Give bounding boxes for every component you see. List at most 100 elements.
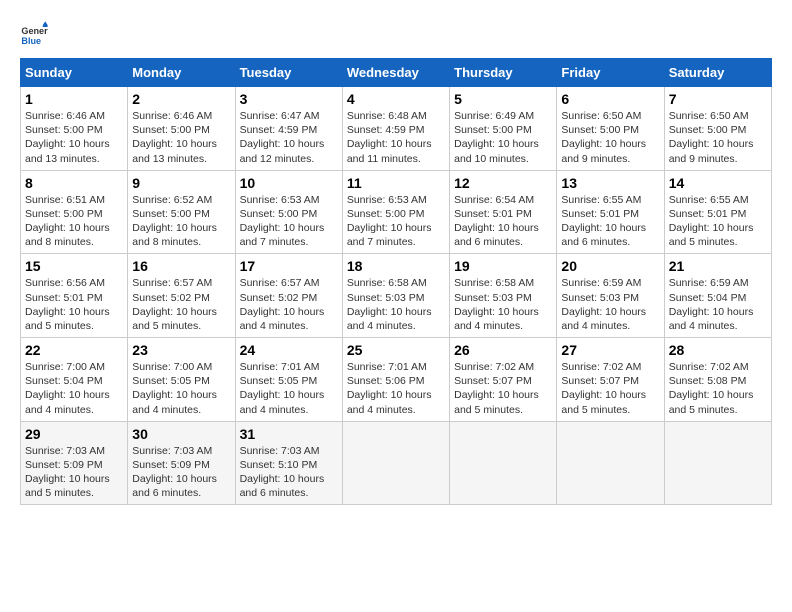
day-number: 31 <box>240 426 338 442</box>
day-number: 17 <box>240 258 338 274</box>
calendar-cell: 27Sunrise: 7:02 AM Sunset: 5:07 PM Dayli… <box>557 338 664 422</box>
weekday-header-thursday: Thursday <box>450 59 557 87</box>
calendar-cell: 25 Sunrise: 7:01 AM Sunset: 5:06 PM Dayli… <box>342 338 449 422</box>
day-detail: Sunrise: 6:56 AM Sunset: 5:01 PM Dayligh… <box>25 276 123 333</box>
logo-icon: General Blue <box>20 20 48 48</box>
calendar-cell: 14Sunrise: 6:55 AM Sunset: 5:01 PM Dayli… <box>664 170 771 254</box>
calendar-cell: 16Sunrise: 6:57 AM Sunset: 5:02 PM Dayli… <box>128 254 235 338</box>
day-number: 6 <box>561 91 659 107</box>
calendar-cell: 7 Sunrise: 6:50 AM Sunset: 5:00 PM Daylig… <box>664 87 771 171</box>
calendar-cell: 21 Sunrise: 6:59 AM Sunset: 5:04 PM Dayli… <box>664 254 771 338</box>
calendar-cell: 6 Sunrise: 6:50 AM Sunset: 5:00 PM Daylig… <box>557 87 664 171</box>
day-number: 22 <box>25 342 123 358</box>
day-number: 5 <box>454 91 552 107</box>
day-number: 8 <box>25 175 123 191</box>
day-number: 21 <box>669 258 767 274</box>
day-number: 7 <box>669 91 767 107</box>
day-number: 3 <box>240 91 338 107</box>
day-detail: Sunrise: 6:46 AM Sunset: 5:00 PM Dayligh… <box>25 109 123 166</box>
day-number: 4 <box>347 91 445 107</box>
day-number: 14 <box>669 175 767 191</box>
calendar-cell: 1 Sunrise: 6:46 AM Sunset: 5:00 PM Daylig… <box>21 87 128 171</box>
calendar-week-5: 29Sunrise: 7:03 AM Sunset: 5:09 PM Dayli… <box>21 421 772 505</box>
day-detail: Sunrise: 6:54 AM Sunset: 5:01 PM Dayligh… <box>454 193 552 250</box>
calendar-cell: 24Sunrise: 7:01 AM Sunset: 5:05 PM Dayli… <box>235 338 342 422</box>
calendar-cell <box>664 421 771 505</box>
day-detail: Sunrise: 6:49 AM Sunset: 5:00 PM Dayligh… <box>454 109 552 166</box>
calendar-cell: 2Sunrise: 6:46 AM Sunset: 5:00 PM Daylig… <box>128 87 235 171</box>
weekday-header-wednesday: Wednesday <box>342 59 449 87</box>
day-detail: Sunrise: 6:57 AM Sunset: 5:02 PM Dayligh… <box>240 276 338 333</box>
calendar-cell: 29Sunrise: 7:03 AM Sunset: 5:09 PM Dayli… <box>21 421 128 505</box>
day-detail: Sunrise: 7:00 AM Sunset: 5:04 PM Dayligh… <box>25 360 123 417</box>
day-number: 28 <box>669 342 767 358</box>
calendar-cell: 5 Sunrise: 6:49 AM Sunset: 5:00 PM Daylig… <box>450 87 557 171</box>
day-number: 1 <box>25 91 123 107</box>
calendar-cell: 8Sunrise: 6:51 AM Sunset: 5:00 PM Daylig… <box>21 170 128 254</box>
day-number: 20 <box>561 258 659 274</box>
day-detail: Sunrise: 6:53 AM Sunset: 5:00 PM Dayligh… <box>240 193 338 250</box>
calendar-week-4: 22 Sunrise: 7:00 AM Sunset: 5:04 PM Dayli… <box>21 338 772 422</box>
calendar-cell: 12 Sunrise: 6:54 AM Sunset: 5:01 PM Dayli… <box>450 170 557 254</box>
day-detail: Sunrise: 7:02 AM Sunset: 5:07 PM Dayligh… <box>561 360 659 417</box>
calendar-cell: 31 Sunrise: 7:03 AM Sunset: 5:10 PM Dayli… <box>235 421 342 505</box>
calendar-cell <box>342 421 449 505</box>
day-detail: Sunrise: 6:50 AM Sunset: 5:00 PM Dayligh… <box>669 109 767 166</box>
header: General Blue <box>20 20 772 48</box>
day-detail: Sunrise: 7:01 AM Sunset: 5:06 PM Dayligh… <box>347 360 445 417</box>
day-detail: Sunrise: 7:01 AM Sunset: 5:05 PM Dayligh… <box>240 360 338 417</box>
calendar-cell: 11 Sunrise: 6:53 AM Sunset: 5:00 PM Dayli… <box>342 170 449 254</box>
calendar-cell: 18 Sunrise: 6:58 AM Sunset: 5:03 PM Dayli… <box>342 254 449 338</box>
day-detail: Sunrise: 7:02 AM Sunset: 5:07 PM Dayligh… <box>454 360 552 417</box>
day-number: 19 <box>454 258 552 274</box>
day-detail: Sunrise: 7:00 AM Sunset: 5:05 PM Dayligh… <box>132 360 230 417</box>
day-number: 25 <box>347 342 445 358</box>
day-detail: Sunrise: 6:53 AM Sunset: 5:00 PM Dayligh… <box>347 193 445 250</box>
day-number: 13 <box>561 175 659 191</box>
svg-text:General: General <box>21 26 48 36</box>
calendar-cell: 17 Sunrise: 6:57 AM Sunset: 5:02 PM Dayli… <box>235 254 342 338</box>
day-detail: Sunrise: 6:57 AM Sunset: 5:02 PM Dayligh… <box>132 276 230 333</box>
weekday-header-saturday: Saturday <box>664 59 771 87</box>
calendar-week-2: 8Sunrise: 6:51 AM Sunset: 5:00 PM Daylig… <box>21 170 772 254</box>
calendar-cell <box>557 421 664 505</box>
calendar-header-row: SundayMondayTuesdayWednesdayThursdayFrid… <box>21 59 772 87</box>
calendar-cell: 23Sunrise: 7:00 AM Sunset: 5:05 PM Dayli… <box>128 338 235 422</box>
logo: General Blue <box>20 20 52 48</box>
day-number: 11 <box>347 175 445 191</box>
day-detail: Sunrise: 6:46 AM Sunset: 5:00 PM Dayligh… <box>132 109 230 166</box>
calendar-table: SundayMondayTuesdayWednesdayThursdayFrid… <box>20 58 772 505</box>
day-number: 30 <box>132 426 230 442</box>
calendar-cell: 22 Sunrise: 7:00 AM Sunset: 5:04 PM Dayli… <box>21 338 128 422</box>
day-number: 18 <box>347 258 445 274</box>
calendar-cell: 15 Sunrise: 6:56 AM Sunset: 5:01 PM Dayli… <box>21 254 128 338</box>
calendar-cell: 3 Sunrise: 6:47 AM Sunset: 4:59 PM Daylig… <box>235 87 342 171</box>
day-detail: Sunrise: 6:52 AM Sunset: 5:00 PM Dayligh… <box>132 193 230 250</box>
calendar-cell: 19 Sunrise: 6:58 AM Sunset: 5:03 PM Dayli… <box>450 254 557 338</box>
weekday-header-monday: Monday <box>128 59 235 87</box>
weekday-header-sunday: Sunday <box>21 59 128 87</box>
day-number: 12 <box>454 175 552 191</box>
calendar-cell: 4 Sunrise: 6:48 AM Sunset: 4:59 PM Daylig… <box>342 87 449 171</box>
day-detail: Sunrise: 6:58 AM Sunset: 5:03 PM Dayligh… <box>347 276 445 333</box>
day-detail: Sunrise: 6:48 AM Sunset: 4:59 PM Dayligh… <box>347 109 445 166</box>
day-number: 15 <box>25 258 123 274</box>
day-number: 10 <box>240 175 338 191</box>
day-detail: Sunrise: 6:59 AM Sunset: 5:04 PM Dayligh… <box>669 276 767 333</box>
day-detail: Sunrise: 6:47 AM Sunset: 4:59 PM Dayligh… <box>240 109 338 166</box>
calendar-cell <box>450 421 557 505</box>
calendar-week-3: 15 Sunrise: 6:56 AM Sunset: 5:01 PM Dayli… <box>21 254 772 338</box>
calendar-cell: 13 Sunrise: 6:55 AM Sunset: 5:01 PM Dayli… <box>557 170 664 254</box>
day-detail: Sunrise: 6:55 AM Sunset: 5:01 PM Dayligh… <box>561 193 659 250</box>
calendar-cell: 26Sunrise: 7:02 AM Sunset: 5:07 PM Dayli… <box>450 338 557 422</box>
weekday-header-friday: Friday <box>557 59 664 87</box>
day-number: 9 <box>132 175 230 191</box>
calendar-cell: 9 Sunrise: 6:52 AM Sunset: 5:00 PM Daylig… <box>128 170 235 254</box>
day-detail: Sunrise: 6:59 AM Sunset: 5:03 PM Dayligh… <box>561 276 659 333</box>
day-detail: Sunrise: 7:03 AM Sunset: 5:09 PM Dayligh… <box>132 444 230 501</box>
day-detail: Sunrise: 7:03 AM Sunset: 5:10 PM Dayligh… <box>240 444 338 501</box>
day-detail: Sunrise: 6:50 AM Sunset: 5:00 PM Dayligh… <box>561 109 659 166</box>
svg-text:Blue: Blue <box>21 36 41 46</box>
day-detail: Sunrise: 6:58 AM Sunset: 5:03 PM Dayligh… <box>454 276 552 333</box>
calendar-week-1: 1 Sunrise: 6:46 AM Sunset: 5:00 PM Daylig… <box>21 87 772 171</box>
